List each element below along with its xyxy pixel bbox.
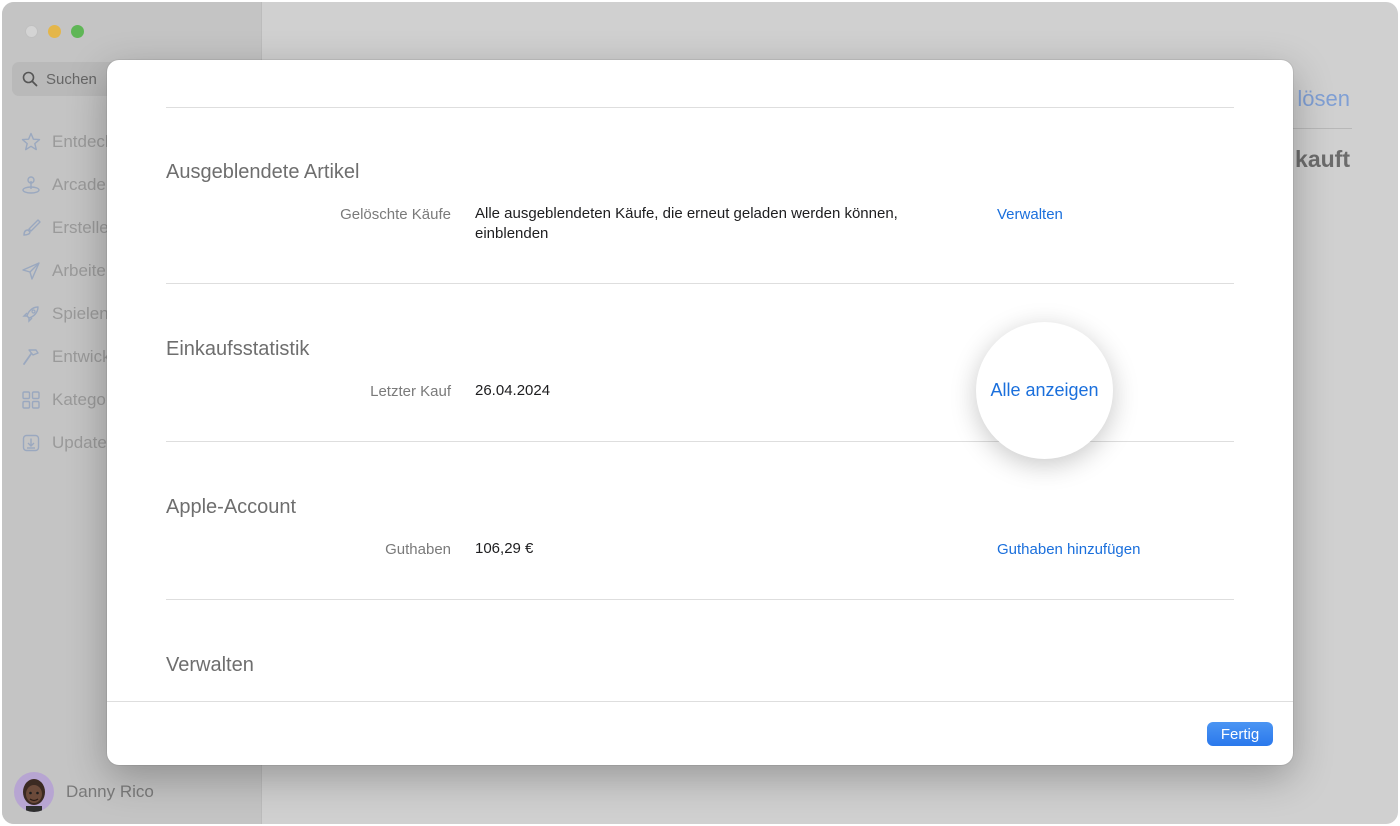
joystick-icon — [22, 175, 40, 194]
row-value-last-purchase: 26.04.2024 — [475, 382, 551, 399]
grid-icon — [22, 390, 40, 409]
rocket-icon — [22, 305, 39, 323]
user-name: Danny Rico — [66, 782, 154, 801]
search-placeholder: Suchen — [46, 70, 97, 88]
show-all-label: Alle anzeigen — [990, 380, 1099, 400]
section-title-hidden-items: Ausgeblendete Artikel — [166, 161, 360, 183]
sidebar-item-label: Arbeiten — [52, 260, 116, 280]
show-all-purchases-link[interactable]: Alle anzeigen — [976, 322, 1113, 459]
close-window-button[interactable] — [25, 25, 38, 38]
zoom-window-button[interactable] — [71, 25, 84, 38]
row-label-last-purchase: Letzter Kauf — [370, 383, 451, 400]
divider — [166, 107, 1234, 108]
divider — [166, 599, 1234, 600]
memoji-icon — [23, 779, 45, 812]
search-icon — [22, 71, 38, 87]
divider — [166, 283, 1234, 284]
manage-hidden-purchases-link[interactable]: Verwalten — [997, 206, 1063, 223]
sidebar-item-label: Spielen — [52, 303, 109, 323]
paperplane-icon — [22, 261, 40, 280]
row-label-deleted-purchases: Gelöschte Käufe — [340, 206, 451, 223]
section-title-apple-account: Apple-Account — [166, 496, 297, 518]
section-title-purchase-history: Einkaufsstatistik — [166, 338, 310, 360]
section-title-manage: Verwalten — [166, 654, 254, 676]
minimize-window-button[interactable] — [48, 25, 61, 38]
done-button[interactable]: Fertig — [1207, 722, 1273, 746]
avatar — [14, 772, 54, 812]
row-value-deleted-purchases: Alle ausgeblendeten Käufe, die erneut ge… — [475, 205, 898, 242]
row-label-balance: Guthaben — [385, 541, 451, 558]
sheet-footer: Fertig — [107, 701, 1293, 765]
redeem-link[interactable]: lösen — [1297, 86, 1350, 112]
row-value-balance: 106,29 € — [475, 540, 534, 557]
add-funds-link[interactable]: Guthaben hinzufügen — [997, 541, 1140, 558]
brush-icon — [23, 218, 41, 236]
account-settings-sheet: Ausgeblendete Artikel Gelöschte Käufe Al… — [107, 60, 1293, 765]
account-button[interactable]: Danny Rico — [14, 772, 154, 812]
hammer-icon — [23, 348, 39, 365]
page-heading: kauft — [1295, 146, 1350, 172]
star-icon — [21, 132, 41, 150]
sidebar-item-label: Arcade — [52, 174, 106, 194]
sidebar-item-label: Updates — [52, 432, 116, 452]
download-icon — [22, 434, 40, 451]
